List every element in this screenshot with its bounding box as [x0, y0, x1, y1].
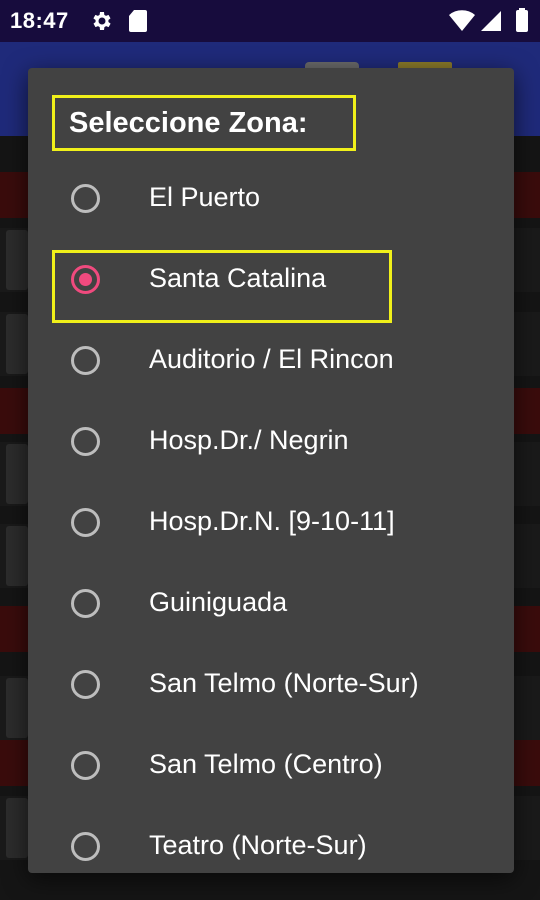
gear-icon: [93, 12, 111, 30]
background-cell: [6, 678, 28, 738]
zone-option[interactable]: Auditorio / El Rincon: [28, 322, 514, 403]
zone-option-label: San Telmo (Norte-Sur): [149, 668, 419, 698]
status-bar: 18:47: [0, 0, 540, 42]
background-cell: [6, 230, 28, 290]
zone-option[interactable]: San Telmo (Centro): [28, 727, 514, 808]
background-cell: [6, 314, 28, 374]
radio-button[interactable]: [71, 832, 100, 861]
zone-option[interactable]: Teatro (Norte-Sur): [28, 808, 514, 873]
dialog-title: Seleccione Zona:: [52, 95, 356, 151]
zone-option[interactable]: El Puerto: [28, 160, 514, 241]
zone-option-label: Hosp.Dr.N. [9-10-11]: [149, 506, 395, 536]
radio-button[interactable]: [71, 346, 100, 375]
wifi-icon: [449, 10, 475, 31]
zone-option-label: El Puerto: [149, 182, 261, 212]
zone-option[interactable]: Hosp.Dr.N. [9-10-11]: [28, 484, 514, 565]
zone-option-label: Hosp.Dr./ Negrin: [149, 425, 349, 455]
radio-button[interactable]: [71, 670, 100, 699]
zone-option-label: Auditorio / El Rincon: [149, 344, 394, 374]
battery-icon: [516, 8, 528, 32]
background-cell: [6, 798, 28, 858]
radio-button[interactable]: [71, 427, 100, 456]
signal-icon: [481, 11, 501, 31]
radio-button[interactable]: [71, 508, 100, 537]
zone-option[interactable]: San Telmo (Norte-Sur): [28, 646, 514, 727]
zone-option[interactable]: Hosp.Dr./ Negrin: [28, 403, 514, 484]
zone-option[interactable]: Guiniguada: [28, 565, 514, 646]
zone-option-label: San Telmo (Centro): [149, 749, 383, 779]
radio-button[interactable]: [71, 751, 100, 780]
sd-card-icon: [129, 10, 147, 32]
zone-selection-dialog: Seleccione Zona: El Puerto Santa Catalin…: [28, 68, 514, 873]
zone-option-label: Guiniguada: [149, 587, 288, 617]
radio-button[interactable]: [71, 589, 100, 618]
radio-button[interactable]: [71, 184, 100, 213]
background-cell: [6, 444, 28, 504]
background-cell: [6, 526, 28, 586]
selection-highlight-box: [52, 250, 392, 323]
status-time: 18:47: [10, 8, 69, 33]
zone-option-label: Teatro (Norte-Sur): [149, 830, 367, 860]
